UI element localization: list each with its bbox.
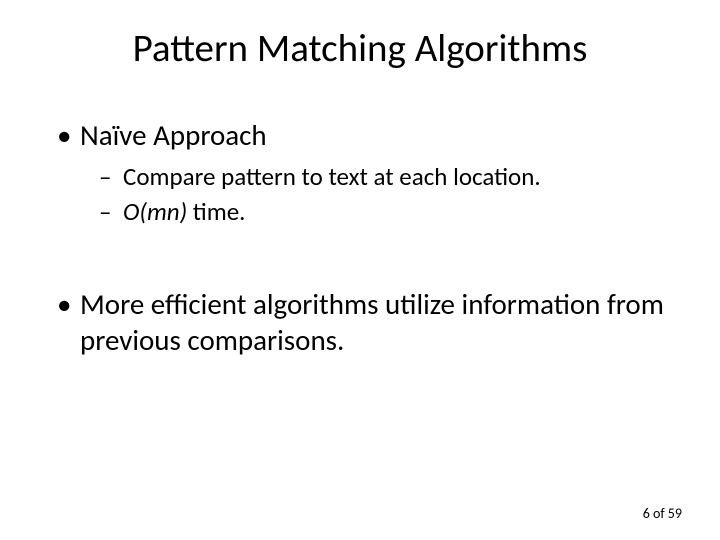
slide-content: Naïve Approach Compare pattern to text a… — [55, 117, 665, 358]
slide-title: Pattern Matching Algorithms — [55, 25, 665, 72]
text-span: time. — [187, 196, 245, 227]
slide: Pattern Matching Algorithms Naïve Approa… — [0, 0, 720, 540]
bullet-level-2: Compare pattern to text at each location… — [55, 161, 665, 192]
spacer — [55, 231, 665, 286]
bullet-level-1: Naïve Approach — [55, 117, 665, 153]
complexity-notation: O(mn) — [123, 196, 187, 227]
bullet-level-1: More efficient algorithms utilize inform… — [55, 286, 665, 358]
slide-number: 6 of 59 — [643, 505, 682, 522]
bullet-level-2: O(mn) time. — [55, 196, 665, 227]
